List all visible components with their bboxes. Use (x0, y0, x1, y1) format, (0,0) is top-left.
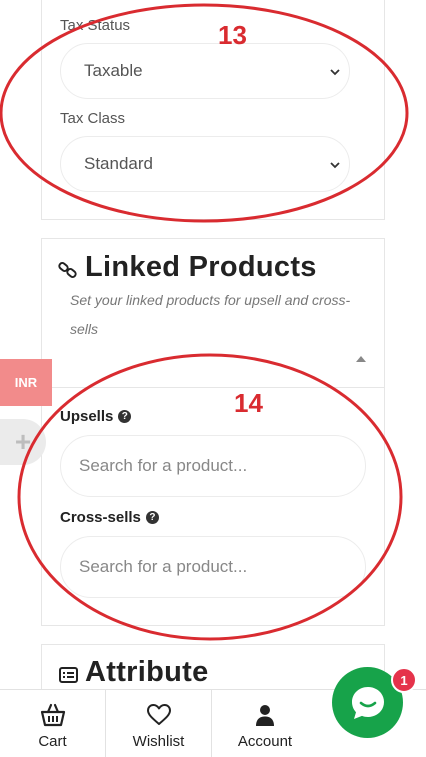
nav-wishlist-label: Wishlist (132, 733, 185, 750)
nav-cart-label: Cart (38, 733, 67, 750)
linked-products-title: Linked Products (85, 251, 317, 283)
chevron-down-icon (330, 162, 340, 169)
nav-cart[interactable]: Cart (0, 690, 106, 757)
tax-class-select[interactable]: Standard (60, 136, 350, 192)
annotation-number-13: 13 (218, 20, 247, 50)
upsells-label: Upsells ? (60, 408, 132, 425)
chevron-down-icon (330, 69, 340, 76)
annotation-number-14: 14 (234, 388, 263, 418)
nav-account-label: Account (237, 733, 293, 750)
notification-badge: 1 (391, 667, 417, 693)
crosssells-placeholder: Search for a product... (79, 557, 248, 576)
tax-status-value: Taxable (84, 61, 143, 80)
tax-class-label: Tax Class (60, 110, 126, 127)
upsells-search-input[interactable]: Search for a product... (60, 435, 366, 497)
linked-products-description: Set your linked products for upsell and … (70, 292, 351, 337)
basket-icon (40, 703, 65, 727)
nav-account[interactable]: Account (212, 690, 318, 757)
section-divider (42, 387, 384, 388)
user-icon (256, 705, 274, 726)
list-icon (59, 667, 78, 683)
link-icon (58, 262, 77, 278)
help-icon[interactable]: ? (118, 410, 132, 423)
tax-status-select[interactable]: Taxable (60, 43, 350, 99)
upsells-label-text: Upsells (60, 408, 114, 425)
help-icon[interactable]: ? (145, 511, 159, 524)
chat-icon (351, 686, 384, 719)
tax-status-label: Tax Status (60, 17, 131, 34)
tax-class-value: Standard (84, 154, 153, 173)
attribute-title: Attribute (85, 656, 209, 688)
upsells-placeholder: Search for a product... (79, 456, 248, 475)
heart-icon (146, 704, 171, 725)
crosssells-label-text: Cross-sells (60, 509, 141, 526)
crosssells-label: Cross-sells ? (60, 509, 159, 526)
collapse-caret-icon[interactable] (355, 355, 367, 363)
currency-switcher-button[interactable]: INR (0, 359, 52, 406)
plus-icon[interactable]: + (0, 419, 46, 465)
nav-wishlist[interactable]: Wishlist (106, 690, 212, 757)
crosssells-search-input[interactable]: Search for a product... (60, 536, 366, 598)
